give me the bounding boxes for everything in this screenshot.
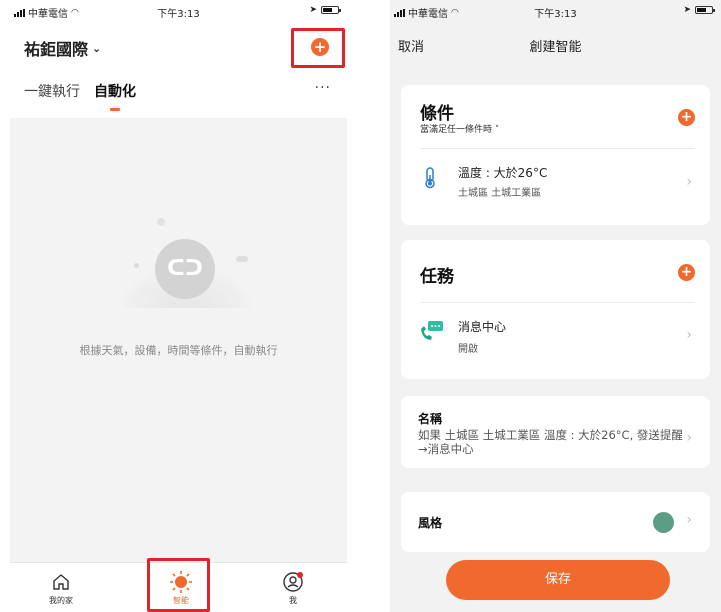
status-bar: 中華電信 ◠ 下午3:13 ➤ [10,0,347,22]
style-color-swatch [653,512,674,533]
chevron-down-icon: ˅ [494,125,500,135]
page-title: 創建智能 [529,40,582,55]
highlight-box-add [291,28,345,68]
sun-small-icon [157,218,165,226]
tab-tap-to-run[interactable]: 一鍵執行 [24,81,80,101]
status-time: 下午3:13 [157,9,200,20]
cloud-icon [236,256,248,262]
save-button[interactable]: 保存 [446,560,670,600]
add-condition-button[interactable]: + [678,109,695,126]
home-name: 祐鉅國際 [24,40,89,59]
dot-decoration [134,263,139,268]
automation-loop-icon: ᑕᑐ [155,239,215,299]
condition-mode-label: 當滿足任一條件時 [420,125,493,135]
battery-icon [321,6,341,14]
condition-item-sub: 土城區 土城工業區 [458,188,542,199]
condition-mode-selector[interactable]: 當滿足任一條件時 ˅ [420,122,499,135]
name-card[interactable]: 名稱 如果 土城區 土城工業區 溫度 : 大於26°C, 發送提醒→消息中心 › [401,396,710,468]
nav-bar: 取消 創建智能 [390,22,721,68]
task-item-sub: 開啟 [458,344,478,355]
home-selector[interactable]: 祐鉅國際 ⌄ [24,36,101,60]
task-title: 任務 [420,267,454,287]
condition-card: 條件 當滿足任一條件時 ˅ + 溫度 : 大於26°C 土城區 土城工業區 › [401,85,710,225]
divider [420,302,695,303]
name-label: 名稱 [418,412,443,426]
more-options-icon[interactable]: ··· [315,80,331,96]
highlight-box-smart-tab [147,558,210,612]
tab-automation[interactable]: 自動化 [94,81,136,111]
style-label: 風格 [418,516,443,530]
battery-group-right: ➤ [683,5,715,15]
tab-my-home-label: 我的家 [49,596,73,605]
condition-item-main: 溫度 : 大於26°C [458,166,548,180]
style-card[interactable]: 風格 › [401,492,710,552]
automation-list-area: ᑕᑐ 根據天氣，設備，時間等條件，自動執行 [10,118,347,562]
profile-icon [263,569,323,595]
smart-scene-list-screen: 中華電信 ◠ 下午3:13 ➤ 祐鉅國際 ⌄ + 一鍵執行 自動化 ··· ᑕᑐ… [10,0,347,612]
chevron-right-icon: › [686,512,692,528]
battery-group: ➤ [309,5,341,15]
status-bar-right: 中華電信 ◠ 下午3:13 ➤ [390,0,721,22]
empty-state-illustration: ᑕᑐ [122,218,252,308]
create-smart-screen: 中華電信 ◠ 下午3:13 ➤ 取消 創建智能 條件 當滿足任一條件時 ˅ + [390,0,721,612]
task-card: 任務 + 消息中心 開啟 › [401,240,710,379]
tab-my-home[interactable]: 我的家 [31,569,91,606]
divider [420,148,695,149]
battery-icon [695,6,715,14]
scene-tabs: 一鍵執行 自動化 [24,81,136,111]
task-item-main: 消息中心 [458,320,507,334]
chevron-right-icon: › [686,174,692,190]
chevron-down-icon: ⌄ [92,41,102,55]
status-time: 下午3:13 [534,9,577,20]
home-icon [31,569,91,595]
location-icon: ➤ [309,5,317,15]
tab-me-label: 我 [289,596,297,605]
add-task-button[interactable]: + [678,264,695,281]
thermometer-icon [423,167,437,193]
message-icon [419,320,445,346]
chevron-right-icon: › [686,327,692,343]
condition-title: 條件 [420,104,454,124]
location-icon: ➤ [683,5,691,15]
chevron-right-icon: › [686,430,692,446]
name-value: 如果 土城區 土城工業區 溫度 : 大於26°C, 發送提醒→消息中心 [418,428,683,456]
empty-state-text: 根據天氣，設備，時間等條件，自動執行 [79,344,278,357]
tab-me[interactable]: 我 [263,569,323,606]
